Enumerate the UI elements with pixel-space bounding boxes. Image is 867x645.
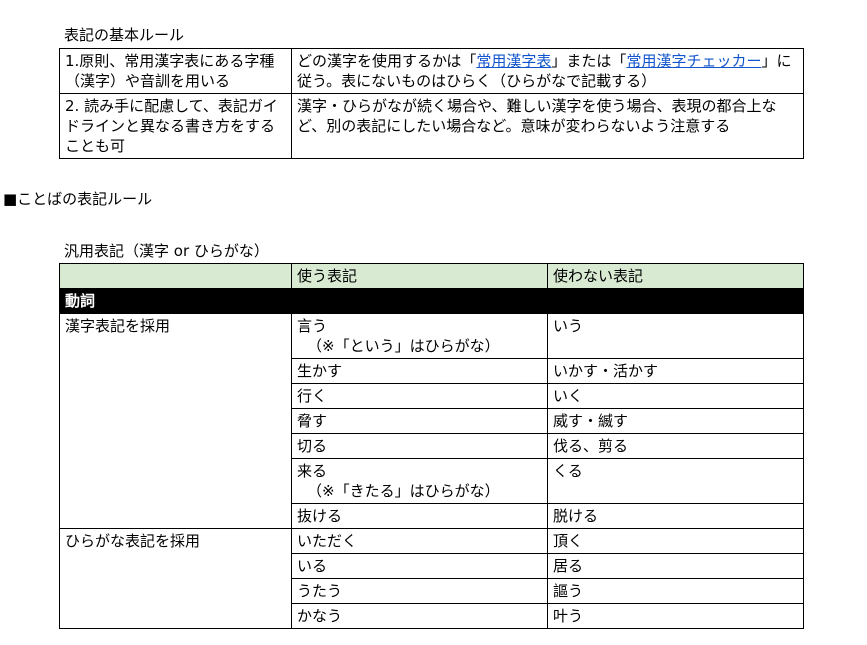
use-note: （※「という」はひらがな） bbox=[307, 337, 500, 355]
avoid-cell: いう bbox=[547, 313, 804, 359]
use-cell: 抜ける bbox=[291, 503, 548, 529]
rule-1-label: 1.原則、常用漢字表にある字種（漢字）や音訓を用いる bbox=[59, 48, 292, 94]
table-row: ひらがな表記を採用 いただく 頂く bbox=[59, 528, 804, 629]
avoid-cell: くる bbox=[547, 458, 804, 504]
group-label-kanji: 漢字表記を採用 bbox=[59, 313, 292, 529]
use-note: （※「きたる」はひらがな） bbox=[307, 482, 500, 500]
rule-1-description: どの漢字を使用するかは「常用漢字表」または「常用漢字チェッカー」に従う。表にない… bbox=[291, 48, 804, 94]
use-cell: いただく bbox=[291, 528, 548, 554]
joyo-kanji-table-link[interactable]: 常用漢字表 bbox=[476, 52, 551, 70]
table-row: 2. 読み手に配慮して、表記ガイドラインと異なる書き方をすることも可 漢字・ひら… bbox=[59, 93, 804, 159]
use-cell: 行く bbox=[291, 383, 548, 409]
use-cell: かなう bbox=[291, 603, 548, 629]
use-word: 来る bbox=[297, 462, 328, 480]
use-cell: 脅す bbox=[291, 408, 548, 434]
avoid-cell: 叶う bbox=[547, 603, 804, 629]
rule-2-label: 2. 読み手に配慮して、表記ガイドラインと異なる書き方をすることも可 bbox=[59, 93, 292, 159]
rule-1-text-pre: どの漢字を使用するかは「 bbox=[297, 52, 477, 70]
heading-basic-rules: 表記の基本ルール bbox=[64, 26, 185, 44]
use-cell: 来る （※「きたる」はひらがな） bbox=[291, 458, 548, 504]
avoid-cell: 居る bbox=[547, 553, 804, 579]
avoid-cell: いく bbox=[547, 383, 804, 409]
section-row-verbs: 動詞 bbox=[59, 288, 804, 314]
table-header-row: 使う表記 使わない表記 bbox=[59, 263, 804, 289]
avoid-cell: 頂く bbox=[547, 528, 804, 554]
use-cell: 切る bbox=[291, 433, 548, 459]
basic-rules-table: 1.原則、常用漢字表にある字種（漢字）や音訓を用いる どの漢字を使用するかは「常… bbox=[59, 48, 804, 159]
use-word: 言う bbox=[297, 317, 328, 335]
use-cell: いる bbox=[291, 553, 548, 579]
use-cell: 言う （※「という」はひらがな） bbox=[291, 313, 548, 359]
rule-1-text-mid: 」または「 bbox=[551, 52, 627, 70]
avoid-cell: 脱ける bbox=[547, 503, 804, 529]
rule-2-description: 漢字・ひらがなが続く場合や、難しい漢字を使う場合、表現の都合上など、別の表記にし… bbox=[291, 93, 804, 159]
avoid-cell: いかす・活かす bbox=[547, 358, 804, 384]
table-row: 1.原則、常用漢字表にある字種（漢字）や音訓を用いる どの漢字を使用するかは「常… bbox=[59, 48, 804, 94]
joyo-kanji-checker-link[interactable]: 常用漢字チェッカー bbox=[626, 52, 761, 70]
group-label-hiragana: ひらがな表記を採用 bbox=[59, 528, 292, 629]
section-title-verbs: 動詞 bbox=[59, 288, 804, 314]
avoid-cell: 伐る、剪る bbox=[547, 433, 804, 459]
use-cell: 生かす bbox=[291, 358, 548, 384]
heading-general-notation: 汎用表記（漢字 or ひらがな） bbox=[64, 242, 269, 260]
heading-word-rules: ■ことばの表記ルール bbox=[3, 190, 153, 208]
header-empty-cell bbox=[59, 263, 292, 289]
header-avoid: 使わない表記 bbox=[547, 263, 804, 289]
avoid-cell: 威す・縅す bbox=[547, 408, 804, 434]
table-row: 漢字表記を採用 言う （※「という」はひらがな） いう bbox=[59, 313, 804, 529]
use-cell: うたう bbox=[291, 578, 548, 604]
avoid-cell: 謳う bbox=[547, 578, 804, 604]
header-use: 使う表記 bbox=[291, 263, 548, 289]
notation-table: 使う表記 使わない表記 動詞 漢字表記を採用 言う （※「という」はひらがな） い… bbox=[59, 263, 804, 629]
